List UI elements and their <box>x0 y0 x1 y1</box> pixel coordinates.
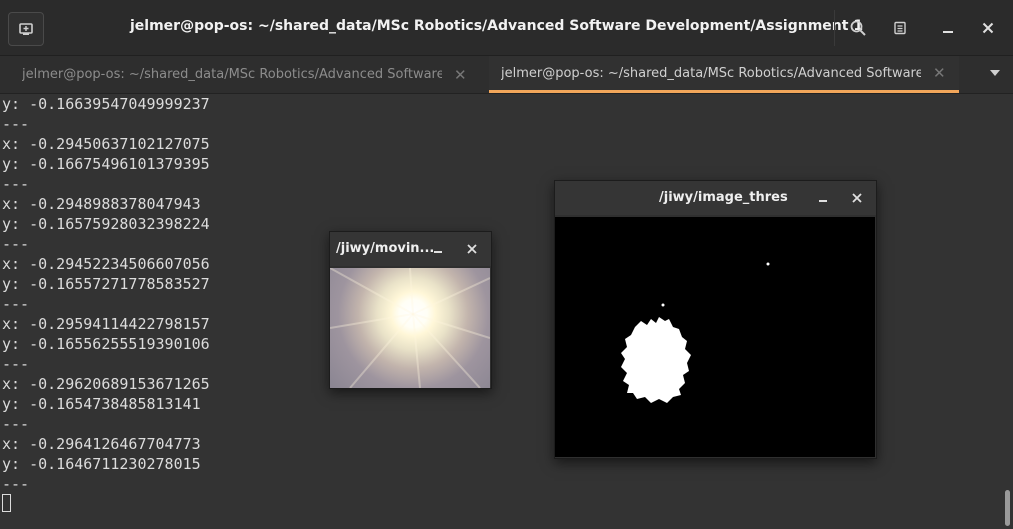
terminal-line: --- <box>2 295 30 313</box>
terminal-line: y: -0.16639547049999237 <box>2 95 210 113</box>
minimize-button[interactable] <box>430 241 446 257</box>
terminal-line: --- <box>2 115 30 133</box>
minimize-icon <box>943 31 953 33</box>
terminal-line: y: -0.16575928032398224 <box>2 215 210 233</box>
tab-terminal-2[interactable]: jelmer@pop-os: ~/shared_data/MSc Robotic… <box>489 56 959 93</box>
close-icon <box>467 244 477 254</box>
tab-terminal-1[interactable]: jelmer@pop-os: ~/shared_data/MSc Robotic… <box>0 56 488 93</box>
close-button[interactable] <box>464 241 480 257</box>
close-icon <box>982 22 994 34</box>
close-button[interactable] <box>970 10 1006 46</box>
terminal-line: y: -0.16557271778583527 <box>2 275 210 293</box>
terminal-line: x: -0.29450637102127075 <box>2 135 210 153</box>
terminal-line: --- <box>2 355 30 373</box>
minimize-button[interactable] <box>815 190 831 206</box>
hamburger-menu-icon <box>894 21 906 35</box>
window-title: /jiwy/image_thres <box>659 190 788 205</box>
scrollbar[interactable] <box>1005 490 1010 526</box>
threshold-image-window[interactable]: /jiwy/image_thres <box>554 180 877 459</box>
terminal-line: --- <box>2 175 30 193</box>
chevron-down-icon[interactable] <box>987 65 1003 81</box>
terminal-line: x: -0.29452234506607056 <box>2 255 210 273</box>
sun-rays-overlay <box>329 267 491 389</box>
window-titlebar[interactable]: /jiwy/image_thres <box>555 181 876 215</box>
tab-close-icon[interactable]: ✕ <box>933 64 946 82</box>
threshold-image <box>555 217 875 457</box>
new-tab-icon <box>19 23 33 35</box>
tab-label: jelmer@pop-os: ~/shared_data/MSc Robotic… <box>501 65 921 81</box>
terminal-cursor <box>2 494 11 512</box>
header-separator <box>834 10 835 46</box>
minimize-icon <box>434 251 442 253</box>
terminal-line: --- <box>2 415 30 433</box>
terminal-line: --- <box>2 475 30 493</box>
menu-button[interactable] <box>882 10 918 46</box>
terminal-line: x: -0.29620689153671265 <box>2 375 210 393</box>
search-icon <box>850 20 866 36</box>
window-title: /jiwy/movin... <box>336 241 435 256</box>
terminal-line: x: -0.2948988378047943 <box>2 195 201 213</box>
window-title: jelmer@pop-os: ~/shared_data/MSc Robotic… <box>130 18 864 34</box>
tab-label: jelmer@pop-os: ~/shared_data/MSc Robotic… <box>22 67 442 82</box>
threshold-blob <box>621 262 770 403</box>
terminal-line: --- <box>2 235 30 253</box>
tab-close-icon[interactable]: ✕ <box>454 66 467 84</box>
new-tab-button[interactable] <box>8 12 44 46</box>
terminal-line: y: -0.16675496101379395 <box>2 155 210 173</box>
terminal-line: y: -0.1654738485813141 <box>2 395 201 413</box>
tab-bar: jelmer@pop-os: ~/shared_data/MSc Robotic… <box>0 56 1013 94</box>
search-button[interactable] <box>840 10 876 46</box>
terminal-line: x: -0.2964126467704773 <box>2 435 201 453</box>
terminal-line: y: -0.16556255519390106 <box>2 335 210 353</box>
header-bar: jelmer@pop-os: ~/shared_data/MSc Robotic… <box>0 0 1013 56</box>
terminal-line: y: -0.1646711230278015 <box>2 455 201 473</box>
moving-image-window[interactable]: /jiwy/movin... <box>329 231 492 389</box>
terminal-line: x: -0.29594114422798157 <box>2 315 210 333</box>
close-button[interactable] <box>849 190 865 206</box>
minimize-icon <box>819 200 827 202</box>
close-icon <box>852 193 862 203</box>
camera-image <box>329 267 491 389</box>
window-titlebar[interactable]: /jiwy/movin... <box>330 232 491 266</box>
minimize-button[interactable] <box>930 10 966 46</box>
